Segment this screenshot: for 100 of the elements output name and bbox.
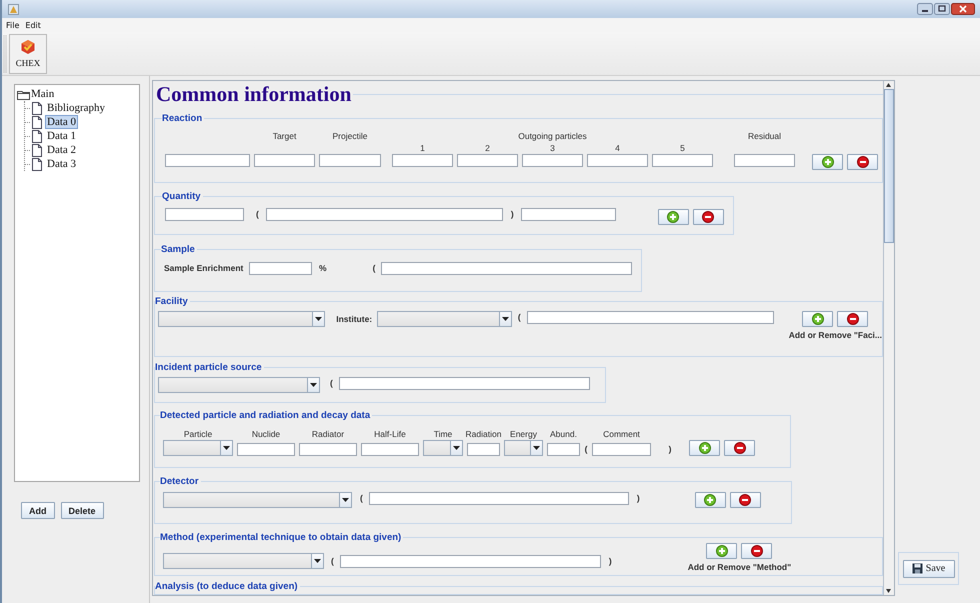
text-field[interactable] — [249, 262, 312, 275]
field-label: ) — [608, 555, 612, 568]
tree-item[interactable]: Bibliography — [45, 101, 108, 115]
form-title: Common information — [156, 82, 352, 106]
minus-icon — [702, 211, 714, 223]
text-field[interactable] — [340, 555, 601, 568]
tree-node[interactable]: Main — [17, 87, 139, 101]
caret-icon — [533, 446, 540, 450]
document-icon — [31, 158, 43, 170]
text-field[interactable] — [652, 154, 713, 167]
section-title: Method (experimental technique to obtain data given) — [160, 532, 402, 543]
caret-icon — [453, 446, 460, 450]
text-field[interactable] — [237, 443, 295, 456]
field-label: ) — [636, 492, 640, 505]
menu-item[interactable]: File — [6, 20, 20, 30]
add-button[interactable] — [694, 492, 726, 508]
column-header: Nuclide — [252, 428, 280, 440]
text-field[interactable] — [457, 154, 518, 167]
field-label: ( — [372, 262, 376, 275]
text-field[interactable] — [165, 208, 244, 221]
scroll-up-arrow-icon[interactable] — [884, 81, 893, 89]
close-button[interactable] — [951, 3, 975, 15]
field-label: ( — [256, 208, 259, 221]
section-title: Detector — [160, 476, 200, 487]
field-label: ( — [331, 555, 334, 568]
scroll-down-arrow-icon[interactable] — [884, 587, 893, 595]
caret-icon — [310, 383, 317, 387]
text-field[interactable] — [361, 443, 419, 456]
text-field[interactable] — [266, 208, 503, 221]
field-label: Institute: — [336, 313, 372, 326]
column-number: 3 — [550, 142, 555, 154]
column-header: Outgoing particles — [518, 130, 587, 142]
text-field[interactable] — [319, 154, 381, 167]
tree-item[interactable]: Data 2 — [45, 143, 78, 157]
minus-icon — [856, 156, 868, 168]
text-field[interactable] — [368, 492, 629, 505]
field-label: ( — [584, 443, 588, 456]
minus-icon — [734, 442, 746, 454]
text-field[interactable] — [299, 443, 357, 456]
column-number: 5 — [680, 142, 685, 154]
text-field[interactable] — [165, 154, 250, 167]
text-field[interactable] — [587, 154, 648, 167]
caret-icon — [502, 317, 509, 321]
field-label: ( — [518, 311, 521, 324]
section-title: Facility — [155, 296, 189, 307]
section-title: Sample — [161, 244, 196, 255]
button-caption: Add or Remove "Method" — [688, 562, 792, 572]
remove-button[interactable] — [847, 154, 878, 170]
add-button[interactable] — [706, 543, 738, 559]
tree-item[interactable]: Data 1 — [45, 129, 78, 143]
field-label: ( — [330, 377, 333, 390]
column-header: Comment — [603, 428, 640, 440]
column-header: Half-Life — [374, 428, 406, 440]
section-title: Incident particle source — [155, 362, 263, 373]
section-title: Quantity — [162, 191, 202, 202]
scrollbar[interactable] — [883, 81, 894, 595]
text-field[interactable] — [547, 443, 580, 456]
text-field[interactable] — [392, 154, 453, 167]
document-icon — [31, 144, 43, 156]
text-field[interactable] — [522, 154, 583, 167]
column-header: Abund. — [550, 428, 577, 440]
tree-item[interactable]: Data 3 — [45, 157, 78, 171]
remove-button[interactable] — [730, 492, 761, 508]
text-field[interactable] — [467, 443, 500, 456]
remove-button[interactable] — [724, 440, 755, 456]
field-label: ( — [360, 492, 363, 505]
plus-icon — [716, 545, 728, 557]
text-field[interactable] — [381, 262, 632, 275]
section-title: Reaction — [162, 113, 204, 124]
column-header: Residual — [748, 130, 782, 142]
document-icon — [31, 116, 43, 128]
add-button[interactable] — [812, 154, 843, 170]
field-label: ) — [668, 443, 672, 456]
save-button[interactable]: Save — [902, 560, 954, 578]
text-field[interactable] — [520, 208, 616, 221]
column-number: 1 — [420, 142, 425, 154]
tree-action-button[interactable]: Add — [21, 502, 54, 519]
dropdown[interactable] — [504, 440, 543, 456]
tree-item[interactable]: Data 0 — [45, 115, 78, 129]
plus-icon — [698, 442, 710, 454]
toolbar-button[interactable]: CHEX — [9, 34, 47, 74]
text-field[interactable] — [338, 377, 590, 390]
add-button[interactable] — [658, 209, 689, 225]
text-field[interactable] — [592, 443, 651, 456]
minimize-button[interactable] — [917, 3, 933, 15]
maximize-button[interactable] — [934, 3, 950, 15]
text-field[interactable] — [526, 311, 774, 324]
remove-button[interactable] — [837, 311, 868, 327]
dropdown[interactable] — [423, 440, 463, 456]
column-header: Projectile — [332, 130, 368, 142]
remove-button[interactable] — [692, 209, 724, 225]
button-caption: Add or Remove "Faci... — [788, 330, 882, 340]
remove-button[interactable] — [741, 543, 772, 559]
tree-action-button[interactable]: Delete — [60, 502, 104, 519]
add-button[interactable] — [802, 311, 834, 327]
hexagon-check-icon — [20, 39, 36, 55]
add-button[interactable] — [689, 440, 720, 456]
text-field[interactable] — [254, 154, 315, 167]
menu-item[interactable]: Edit — [25, 20, 41, 30]
text-field[interactable] — [734, 154, 795, 167]
